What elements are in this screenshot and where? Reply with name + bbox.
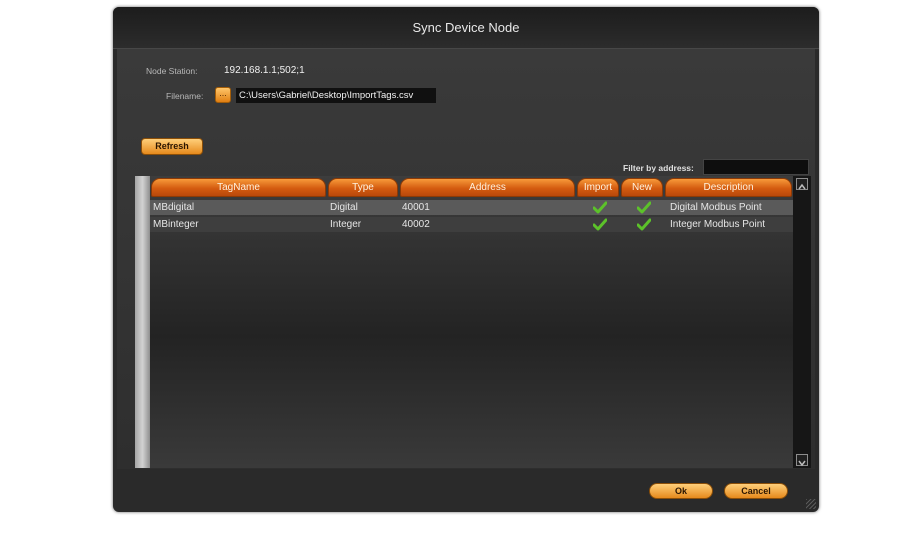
column-header-new[interactable]: New: [621, 178, 663, 197]
tags-grid: TagName Type Address Import New Descript…: [135, 176, 811, 468]
chevron-down-icon[interactable]: [796, 454, 808, 467]
node-station-label: Node Station:: [146, 66, 198, 76]
column-header-description[interactable]: Description: [665, 178, 792, 197]
column-header-tagname[interactable]: TagName: [151, 178, 326, 197]
node-station-value: 192.168.1.1;502;1: [224, 65, 305, 76]
check-icon[interactable]: [637, 201, 651, 214]
browse-file-button[interactable]: ...: [215, 87, 231, 103]
cell-address: 40001: [402, 202, 430, 213]
cancel-button[interactable]: Cancel: [724, 483, 788, 499]
column-header-import[interactable]: Import: [577, 178, 619, 197]
dialog-title: Sync Device Node: [412, 20, 520, 35]
sync-device-node-dialog: Sync Device Node Node Station: 192.168.1…: [113, 7, 819, 512]
filter-by-address-input[interactable]: [703, 159, 809, 175]
filename-label: Filename:: [166, 91, 204, 101]
title-bar[interactable]: Sync Device Node: [113, 7, 819, 49]
table-row[interactable]: MBinteger Integer 40002 Integer Modbus P…: [150, 217, 793, 232]
cell-description: Integer Modbus Point: [670, 219, 766, 230]
cell-address: 40002: [402, 219, 430, 230]
check-icon[interactable]: [593, 201, 607, 214]
filter-by-address-label: Filter by address:: [623, 163, 694, 173]
table-row[interactable]: MBdigital Digital 40001 Digital Modbus P…: [150, 200, 793, 215]
dialog-body: Node Station: 192.168.1.1;502;1 Filename…: [117, 49, 815, 469]
cell-description: Digital Modbus Point: [670, 202, 762, 213]
refresh-button[interactable]: Refresh: [141, 138, 203, 155]
filename-field[interactable]: C:\Users\Gabriel\Desktop\ImportTags.csv: [236, 88, 436, 103]
ellipsis-icon: ...: [219, 88, 227, 98]
cell-tagname: MBinteger: [153, 219, 199, 230]
row-selector-column[interactable]: [135, 176, 150, 468]
check-icon[interactable]: [593, 218, 607, 231]
cell-tagname: MBdigital: [153, 202, 195, 213]
resize-grip-icon[interactable]: [806, 499, 816, 509]
column-header-type[interactable]: Type: [328, 178, 398, 197]
cell-type: Integer: [330, 219, 362, 230]
column-header-address[interactable]: Address: [400, 178, 575, 197]
check-icon[interactable]: [637, 218, 651, 231]
ok-button[interactable]: Ok: [649, 483, 713, 499]
vertical-scrollbar[interactable]: [793, 176, 811, 468]
cell-type: Digital: [330, 202, 358, 213]
chevron-up-icon[interactable]: [796, 178, 808, 190]
